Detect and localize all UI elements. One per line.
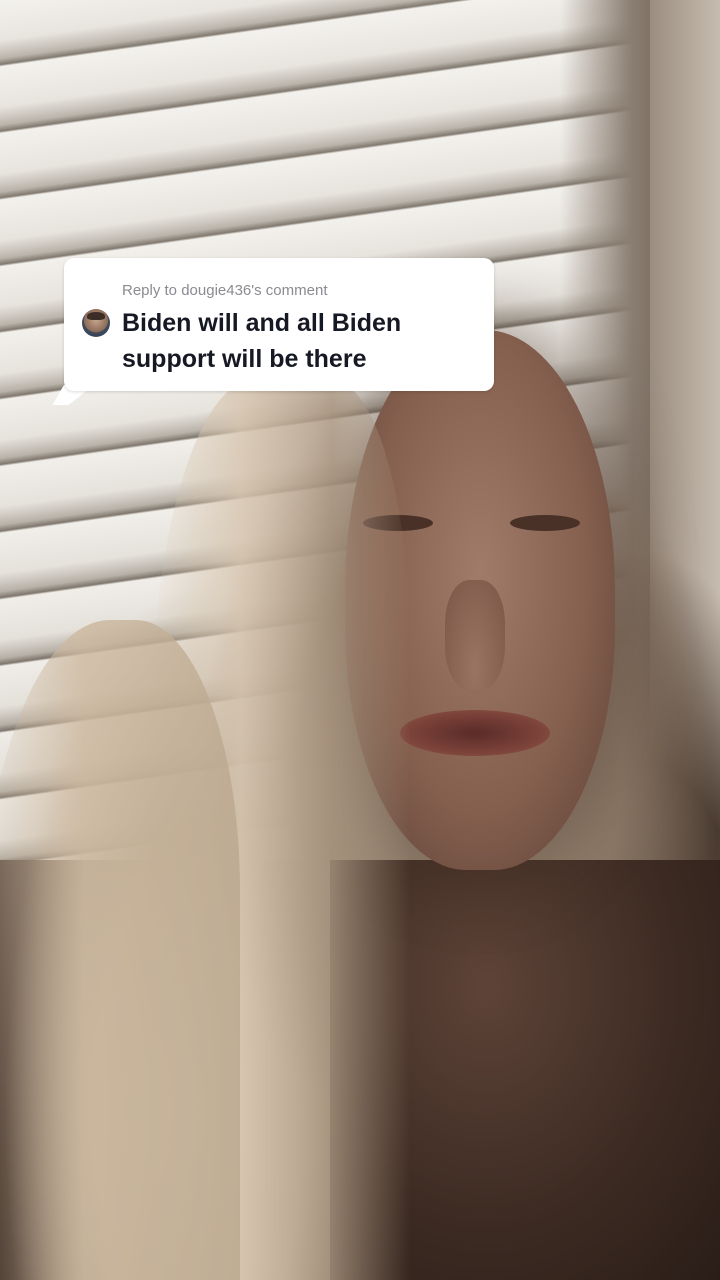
person-mouth (400, 710, 550, 756)
reply-header-label: Reply to dougie436's comment (122, 282, 328, 299)
avatar-hair (87, 312, 105, 320)
person-hair-left (0, 620, 240, 1280)
video-frame[interactable]: Reply to dougie436's comment Biden will … (0, 0, 720, 1280)
reply-comment-text: Biden will and all Biden support will be… (122, 309, 402, 373)
reply-comment-sticker[interactable]: Reply to dougie436's comment Biden will … (64, 258, 494, 391)
person-right-eye (510, 515, 580, 531)
person-nose (445, 580, 505, 690)
user-avatar-icon (82, 309, 110, 337)
